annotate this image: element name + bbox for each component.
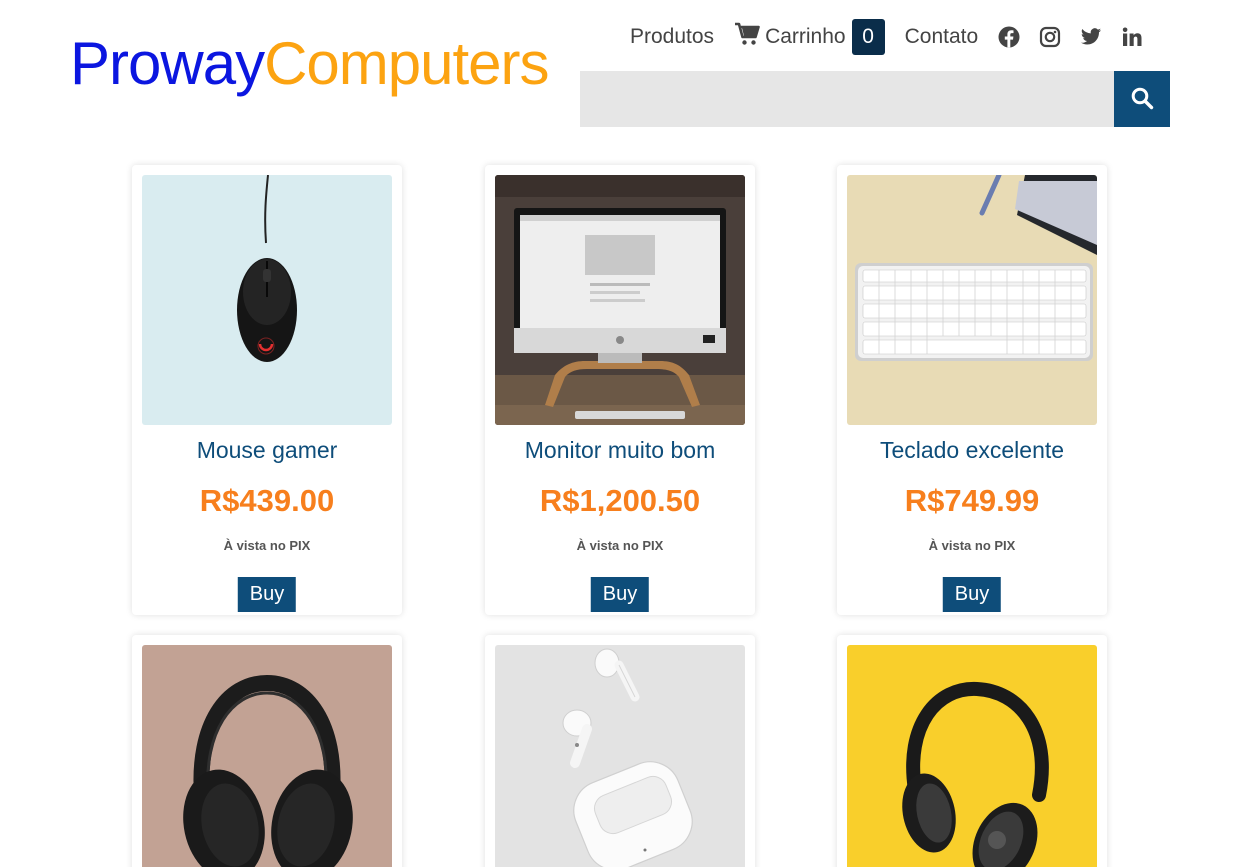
product-name: Teclado excelente xyxy=(879,437,1065,463)
payment-note: À vista no PIX xyxy=(576,538,664,553)
buy-button[interactable]: Buy xyxy=(942,577,1002,612)
nav-link-carrinho[interactable]: Carrinho 0 xyxy=(734,19,885,55)
instagram-icon[interactable] xyxy=(1039,26,1061,48)
search-button[interactable] xyxy=(1114,71,1170,127)
product-image xyxy=(847,175,1097,425)
nav-link-produtos[interactable]: Produtos xyxy=(630,25,714,49)
product-price: R$749.99 xyxy=(904,483,1040,518)
payment-note: À vista no PIX xyxy=(223,538,311,553)
product-image xyxy=(495,645,745,867)
site-logo[interactable]: ProwayComputers xyxy=(70,34,550,94)
payment-note: À vista no PIX xyxy=(928,538,1016,553)
product-card xyxy=(132,635,402,867)
product-card xyxy=(837,635,1107,867)
product-image xyxy=(142,175,392,425)
search-icon xyxy=(1130,86,1154,113)
buy-button[interactable]: Buy xyxy=(590,577,650,612)
product-card xyxy=(485,635,755,867)
search-input[interactable] xyxy=(580,71,1114,127)
product-card: Monitor muito bom R$1,200.50 À vista no … xyxy=(485,165,755,615)
search-bar xyxy=(580,71,1170,127)
buy-button[interactable]: Buy xyxy=(237,577,297,612)
cart-icon xyxy=(734,22,765,52)
facebook-icon[interactable] xyxy=(998,26,1020,48)
social-links xyxy=(998,26,1143,48)
product-card: Mouse gamer R$439.00 À vista no PIX Buy xyxy=(132,165,402,615)
product-image xyxy=(847,645,1097,867)
product-image xyxy=(142,645,392,867)
logo-text-proway: Proway xyxy=(70,30,265,97)
product-price: R$439.00 xyxy=(199,483,335,518)
product-price: R$1,200.50 xyxy=(539,483,701,518)
linkedin-icon[interactable] xyxy=(1121,26,1143,48)
logo-text-computers: Computers xyxy=(264,30,549,97)
product-card: Teclado excelente R$749.99 À vista no PI… xyxy=(837,165,1107,615)
product-name: Mouse gamer xyxy=(196,437,338,463)
cart-label: Carrinho xyxy=(765,25,846,48)
product-image xyxy=(495,175,745,425)
main-nav: Produtos Carrinho 0 Contato xyxy=(630,19,1143,55)
twitter-icon[interactable] xyxy=(1080,26,1102,48)
nav-link-contato[interactable]: Contato xyxy=(905,25,979,49)
product-name: Monitor muito bom xyxy=(524,437,716,463)
cart-count-badge: 0 xyxy=(851,19,885,55)
